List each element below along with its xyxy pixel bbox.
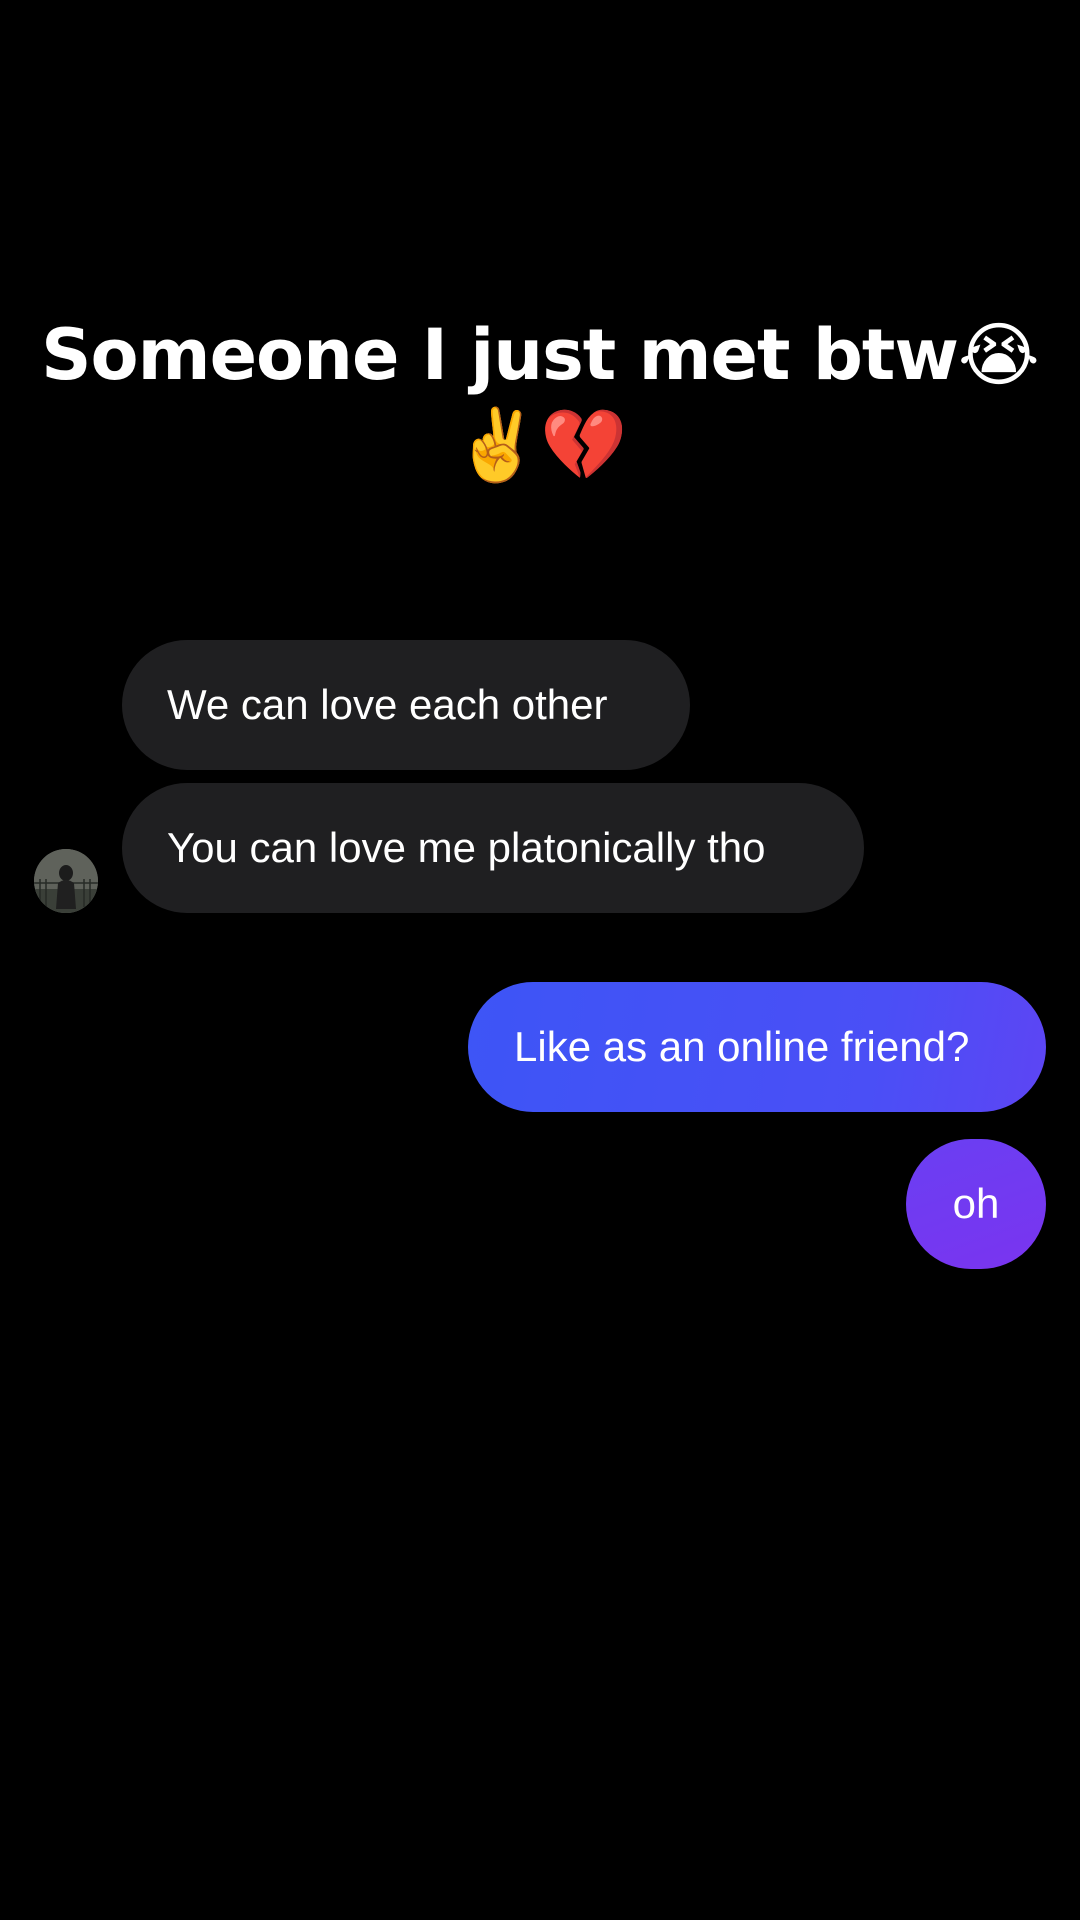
message-text: Like as an online friend? (514, 1023, 970, 1070)
person-photo-icon (34, 849, 98, 913)
sender-avatar[interactable] (34, 849, 98, 913)
message-text: We can love each other (167, 681, 608, 728)
outgoing-message-bubble[interactable]: oh (906, 1139, 1046, 1269)
message-text: oh (952, 1180, 1000, 1227)
outgoing-message-bubble[interactable]: Like as an online friend? (468, 982, 1046, 1112)
message-text: You can love me platonically tho (167, 824, 766, 871)
caption-line-1: Someone I just met btw😭 (41, 314, 1040, 396)
incoming-message-bubble[interactable]: You can love me platonically tho (122, 783, 864, 913)
video-caption: Someone I just met btw😭 ✌️💔 (0, 310, 1080, 490)
caption-line-2: ✌️💔 (453, 404, 627, 486)
incoming-message-bubble[interactable]: We can love each other (122, 640, 690, 770)
